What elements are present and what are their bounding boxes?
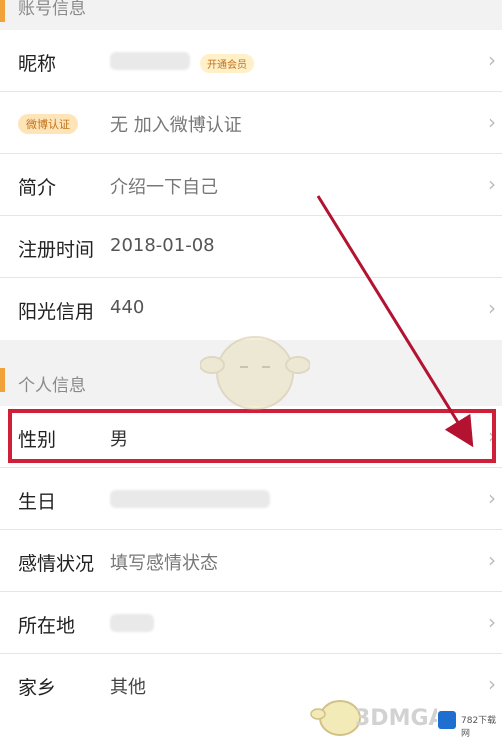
member-badge[interactable]: 开通会员 [200,54,254,73]
site-watermark: 782下载网 [459,712,502,740]
birthday-label: 生日 [18,491,57,513]
brand-watermark: 3DMGAME [355,706,437,731]
register-time-label: 注册时间 [18,239,95,261]
gender-highlight-box [8,409,496,463]
bio-value: 介绍一下自己 [110,177,218,198]
location-value-blurred [110,614,154,632]
bio-row[interactable]: 简介 介绍一下自己 › [0,154,502,216]
hometown-label: 家乡 [18,677,57,699]
verify-value: 无 加入微博认证 [110,115,242,136]
site-logo-icon [438,711,456,729]
chevron-right-icon: › [488,672,496,696]
section-accent-bar [0,0,5,22]
nickname-value-blurred [110,52,190,70]
credit-label: 阳光信用 [18,301,95,323]
relationship-label: 感情状况 [18,553,95,575]
relationship-value: 填写感情状态 [110,553,218,574]
birthday-value-blurred [110,490,270,508]
register-time-row: 注册时间 2018-01-08 [0,216,502,278]
location-label: 所在地 [18,615,76,637]
register-time-value: 2018-01-08 [110,235,215,256]
verify-row[interactable]: 微博认证 无 加入微博认证 › [0,92,502,154]
chevron-right-icon: › [488,610,496,634]
section-accent-bar [0,368,5,392]
chevron-right-icon: › [488,48,496,72]
location-row[interactable]: 所在地 › [0,592,502,654]
weibo-verify-badge: 微博认证 [18,114,78,134]
chevron-right-icon: › [488,296,496,320]
bio-label: 简介 [18,177,57,199]
hometown-value: 其他 [110,677,146,698]
chevron-right-icon: › [488,110,496,134]
personal-section-title: 个人信息 [18,376,86,396]
nickname-label: 昵称 [18,53,57,75]
chevron-right-icon: › [488,172,496,196]
chevron-right-icon: › [488,548,496,572]
credit-value: 440 [110,297,145,318]
birthday-row[interactable]: 生日 › [0,468,502,530]
chevron-right-icon: › [488,486,496,510]
relationship-row[interactable]: 感情状况 填写感情状态 › [0,530,502,592]
nickname-row[interactable]: 昵称 开通会员 › [0,30,502,92]
mascot-watermark-icon [200,336,310,410]
account-section-header: 账号信息 [0,0,502,30]
account-section-title: 账号信息 [18,0,86,19]
